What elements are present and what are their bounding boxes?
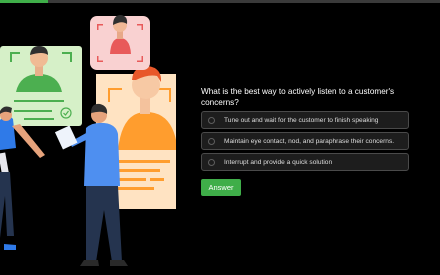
radio-icon[interactable] xyxy=(208,116,215,124)
option-2[interactable]: Maintain eye contact, nod, and paraphras… xyxy=(201,132,409,150)
answer-options: Tune out and wait for the customer to fi… xyxy=(201,111,409,174)
radio-icon[interactable] xyxy=(208,158,215,166)
progress-fill xyxy=(0,0,49,3)
option-3[interactable]: Interrupt and provide a quick solution xyxy=(201,153,409,171)
option-label: Interrupt and provide a quick solution xyxy=(224,158,333,166)
video-call-people-illustration xyxy=(0,15,176,266)
progress-bar xyxy=(0,0,440,3)
option-label: Maintain eye contact, nod, and paraphras… xyxy=(224,137,395,145)
radio-icon[interactable] xyxy=(208,137,215,145)
option-1[interactable]: Tune out and wait for the customer to fi… xyxy=(201,111,409,129)
question-text: What is the best way to actively listen … xyxy=(201,87,395,107)
option-label: Tune out and wait for the customer to fi… xyxy=(224,116,379,124)
answer-button[interactable]: Answer xyxy=(201,179,241,196)
